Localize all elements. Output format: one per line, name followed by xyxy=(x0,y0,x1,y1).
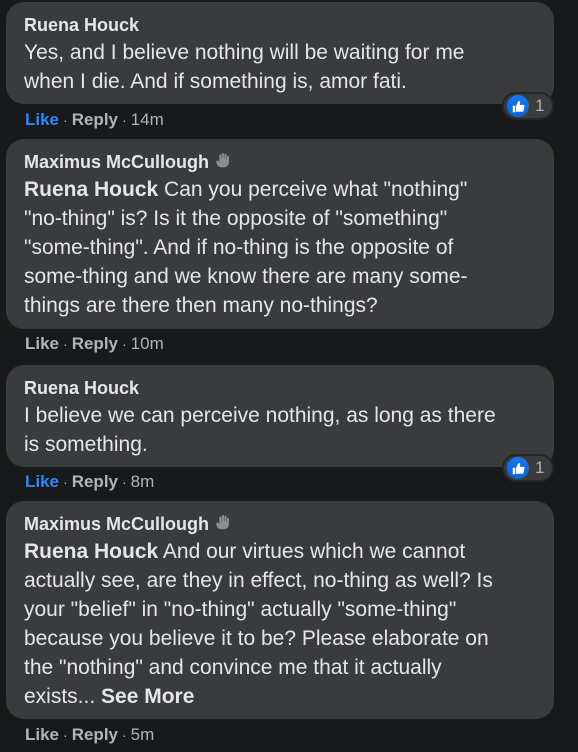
comment-bubble: Maximus McCullough Ruena Houck Can you p… xyxy=(6,139,554,329)
reply-link[interactable]: Reply xyxy=(72,725,118,744)
comment-line: because you believe it to be? Please ela… xyxy=(24,627,489,650)
comment-line-text: Can you perceive what "nothing" xyxy=(158,178,468,201)
comment-line: actually see, are they in effect, no-thi… xyxy=(24,569,493,592)
separator: · xyxy=(122,727,127,743)
comment-actions: Like · Reply · 5m xyxy=(25,725,154,745)
like-reaction-icon xyxy=(507,95,529,117)
comment-line: is something. xyxy=(24,433,148,456)
reaction-badge[interactable]: 1 xyxy=(502,454,555,482)
comment-bubble: Ruena Houck I believe we can perceive no… xyxy=(6,365,554,467)
comment-author-name: Maximus McCullough xyxy=(24,152,210,172)
comment-line: "some-thing". And if no-thing is the opp… xyxy=(24,236,454,259)
comment-text: Yes, and I believe nothing will be waiti… xyxy=(24,38,536,96)
comment-actions: Like · Reply · 8m xyxy=(25,472,154,492)
comment-line-text: exists... xyxy=(24,685,102,708)
comment-line: Ruena Houck Can you perceive what "nothi… xyxy=(24,175,536,204)
comment-line: when I die. And if something is, amor fa… xyxy=(24,70,407,93)
comment-actions: Like · Reply · 10m xyxy=(25,334,164,354)
separator: · xyxy=(63,474,68,490)
comment-line: Ruena Houck And our virtues which we can… xyxy=(24,537,536,566)
waving-hand-icon xyxy=(213,151,231,173)
comment-line: Yes, and I believe nothing will be waiti… xyxy=(24,41,465,64)
timestamp[interactable]: 8m xyxy=(131,472,155,491)
reaction-count: 1 xyxy=(535,96,545,115)
see-more-link[interactable]: See More xyxy=(101,685,194,708)
comment-line-text: And our virtues which we cannot xyxy=(158,540,466,563)
comment-bubble: Maximus McCullough Ruena Houck And our v… xyxy=(6,501,554,719)
comment-author[interactable]: Ruena Houck xyxy=(24,377,536,399)
reply-link[interactable]: Reply xyxy=(72,334,118,353)
mention-link[interactable]: Ruena Houck xyxy=(24,540,158,563)
waving-hand-icon xyxy=(213,513,231,535)
comment-text: Ruena Houck And our virtues which we can… xyxy=(24,537,536,711)
separator: · xyxy=(122,112,127,128)
mention-link[interactable]: Ruena Houck xyxy=(24,178,158,201)
comment-line: "no-thing" is? Is it the opposite of "so… xyxy=(24,207,448,230)
comment-actions: Like · Reply · 14m xyxy=(25,110,164,130)
like-reaction-icon xyxy=(507,457,529,479)
separator: · xyxy=(122,336,127,352)
separator: · xyxy=(122,474,127,490)
comment-bubble: Ruena Houck Yes, and I believe nothing w… xyxy=(6,2,554,104)
reply-link[interactable]: Reply xyxy=(72,110,118,129)
comment-text: Ruena Houck Can you perceive what "nothi… xyxy=(24,175,536,320)
like-link[interactable]: Like xyxy=(25,110,59,129)
timestamp[interactable]: 5m xyxy=(131,725,155,744)
like-link[interactable]: Like xyxy=(25,334,59,353)
reaction-count: 1 xyxy=(535,458,545,477)
like-link[interactable]: Like xyxy=(25,725,59,744)
comment-author[interactable]: Maximus McCullough xyxy=(24,151,536,173)
separator: · xyxy=(63,112,68,128)
separator: · xyxy=(63,336,68,352)
comment-line: I believe we can perceive nothing, as lo… xyxy=(24,404,496,427)
comment-line: your "belief" in "no-thing" actually "so… xyxy=(24,598,457,621)
separator: · xyxy=(63,727,68,743)
like-link[interactable]: Like xyxy=(25,472,59,491)
timestamp[interactable]: 10m xyxy=(131,334,164,353)
reaction-badge[interactable]: 1 xyxy=(502,92,555,120)
comment-line: things are there then many no-things? xyxy=(24,294,378,317)
comment-text: I believe we can perceive nothing, as lo… xyxy=(24,401,536,459)
comment-author[interactable]: Maximus McCullough xyxy=(24,513,536,535)
comment-line: the "nothing" and convince me that it ac… xyxy=(24,656,442,679)
comment-author[interactable]: Ruena Houck xyxy=(24,14,536,36)
comment-author-name: Maximus McCullough xyxy=(24,514,210,534)
comment-line: exists... See More xyxy=(24,682,536,711)
reply-link[interactable]: Reply xyxy=(72,472,118,491)
comment-line: some-thing and we know there are many so… xyxy=(24,265,468,288)
timestamp[interactable]: 14m xyxy=(131,110,164,129)
